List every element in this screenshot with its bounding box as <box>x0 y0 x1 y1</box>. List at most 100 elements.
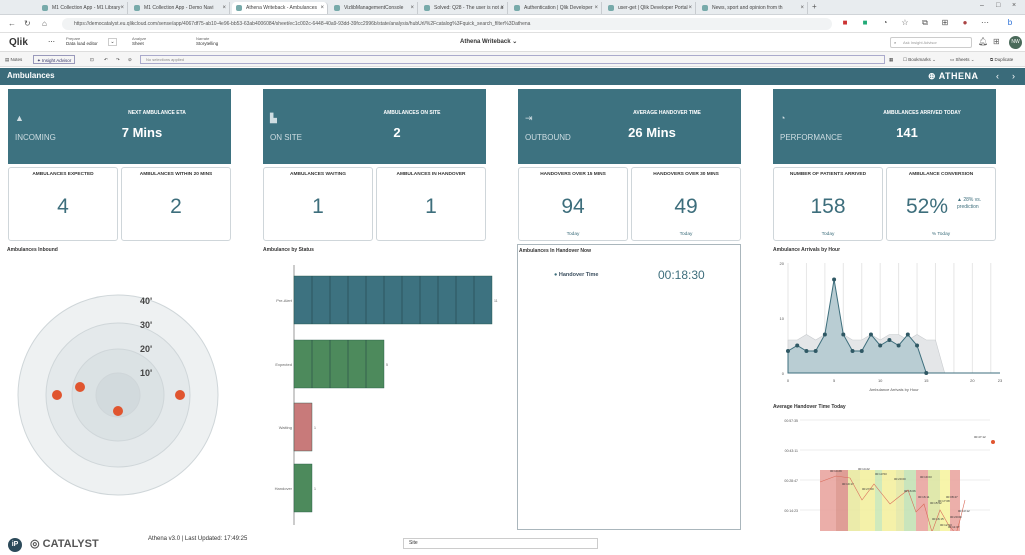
apps-grid-icon[interactable]: ⊞ <box>993 37 1000 46</box>
card-ambulances-expected[interactable]: AMBULANCES EXPECTED 4 <box>8 167 118 241</box>
x-axis-label: Ambulance Arrivals by Hour <box>869 387 919 392</box>
more-icon[interactable]: ⋯ <box>980 18 990 28</box>
next-sheet-icon[interactable]: › <box>1012 71 1015 81</box>
bookmarks-button[interactable]: ☐ Bookmarks ⌄ <box>903 55 936 64</box>
browser-tab[interactable]: Authentication | Qlik Developer × <box>510 2 602 14</box>
clear-selections-icon[interactable]: ⊘ <box>128 55 132 64</box>
close-window-icon[interactable]: × <box>1012 2 1016 9</box>
tab-close-icon[interactable]: × <box>120 2 124 14</box>
kpi-on-site[interactable]: ▙ AMBULANCES ON SITE 2 ON SITE <box>263 89 486 164</box>
qlik-logo[interactable]: Qlik <box>9 37 28 48</box>
insight-search-input[interactable]: ⌕ Ask Insight Advisor <box>890 37 972 48</box>
exit-icon: ⇥ <box>525 113 533 123</box>
data-label: 00:20:00 <box>950 515 962 519</box>
mode-analyze[interactable]: Analyze Sheet <box>132 36 146 49</box>
tab-favicon-icon <box>514 5 520 11</box>
inbound-radar-chart[interactable]: 40' 30' 20' 10' <box>0 255 250 531</box>
menu-icon[interactable]: ⋯ <box>48 38 55 46</box>
prev-sheet-icon[interactable]: ‹ <box>996 71 999 81</box>
selection-tool-icon[interactable]: ⊡ <box>90 55 94 64</box>
radar-ring-label: 10' <box>140 368 152 378</box>
minimize-icon[interactable]: – <box>980 2 984 9</box>
data-point <box>813 349 818 353</box>
search-icon: ⌕ <box>894 40 897 45</box>
maximize-icon[interactable]: □ <box>996 2 1000 9</box>
kpi-performance[interactable]: ◔ AMBULANCES ARRIVED TODAY 141 PERFORMAN… <box>773 89 996 164</box>
tab-close-icon[interactable]: × <box>800 2 804 14</box>
browser-tab[interactable]: M1 Collection App - M1 Library × <box>38 2 128 14</box>
data-label: 00:17:08 <box>938 499 950 503</box>
handover-row-label: ● Handover Time <box>554 272 599 278</box>
card-in-handover[interactable]: AMBULANCES IN HANDOVER 1 <box>376 167 486 241</box>
tab-close-icon[interactable]: × <box>500 2 504 14</box>
data-label: 00:14:22 <box>858 467 870 471</box>
bing-icon[interactable]: b <box>1005 18 1015 28</box>
browser-tab[interactable]: Solved: Q28 - The user is not a × <box>420 2 508 14</box>
data-label: 00:27:00 <box>862 487 874 491</box>
card-conversion[interactable]: AMBULANCE CONVERSION 52% ▲ 28% vs. predict… <box>886 167 996 241</box>
step-back-icon[interactable]: ↶ <box>104 55 108 64</box>
card-handovers-30[interactable]: HANDOVERS OVER 30 MINS 49 Today <box>631 167 741 241</box>
notifications-icon[interactable]: 🔔︎ <box>978 37 988 46</box>
card-patients-arrived[interactable]: NUMBER OF PATIENTS ARRIVED 158 Today <box>773 167 883 241</box>
url-input[interactable]: https://democatalyst.eu.qlikcloud.com/se… <box>62 18 832 30</box>
duplicate-button[interactable]: ⧉ Duplicate <box>990 55 1013 64</box>
conversion-note: ▲ 28% vs. prediction <box>957 197 982 210</box>
browser-tab[interactable]: M1 Collection App - Demo Navi × <box>130 2 230 14</box>
tab-close-icon[interactable]: × <box>594 2 598 14</box>
grid-icon[interactable]: ▦ <box>889 55 893 64</box>
sheets-button[interactable]: ▭ Sheets ⌄ <box>950 55 975 64</box>
home-icon[interactable]: ⌂ <box>42 18 47 30</box>
card-within-20-mins[interactable]: AMBULANCES WITHIN 20 MINS 2 <box>121 167 231 241</box>
extension-icon[interactable]: ■ <box>860 18 870 28</box>
kpi-value: 7 Mins <box>121 125 163 140</box>
extension-icon[interactable]: ■ <box>840 18 850 28</box>
browser-tab[interactable]: News, sport and opinion from th × <box>698 2 808 14</box>
panel-title-arrivals: Ambulance Arrivals by Hour <box>773 247 841 253</box>
profile-icon[interactable]: ● <box>960 18 970 28</box>
bar <box>293 275 493 325</box>
selections-bar[interactable]: No selections applied <box>140 55 885 64</box>
qlik-toolbar: ▤ Notes ✦ Insight Advisor ⊡ ↶ ↷ ⊘ No sel… <box>0 52 1025 67</box>
site-filter[interactable]: Site <box>403 538 598 549</box>
app-title[interactable]: Athena Writeback ⌄ <box>460 38 517 45</box>
kpi-incoming[interactable]: ▲ NEXT AMBULANCE ETA 7 Mins INCOMING <box>8 89 231 164</box>
x-tick: 0 <box>787 378 790 383</box>
status-bar-chart[interactable]: Pre-Alert 11 Expected 5 Waiting 1 Handover 1 <box>262 255 512 531</box>
new-tab-icon[interactable]: + <box>812 2 817 11</box>
arrivals-area-chart[interactable]: 20 10 00 5 10 15 20 23 Ambulance Arrivals by Hou… <box>770 255 1020 401</box>
browser-tab-active[interactable]: Athena Writeback - Ambulances × <box>232 2 328 14</box>
mode-prepare[interactable]: Prepare Data load editor <box>66 36 98 49</box>
kpi-outbound[interactable]: ⇥ AVERAGE HANDOVER TIME 26 Mins OUTBOUND <box>518 89 741 164</box>
bar <box>848 470 860 540</box>
favorites-icon[interactable]: ☆ <box>900 18 910 28</box>
tab-close-icon[interactable]: × <box>410 2 414 14</box>
ip-logo-icon: iP <box>8 538 22 552</box>
card-ambulances-waiting[interactable]: AMBULANCES WAITING 1 <box>263 167 373 241</box>
radar-ring-label: 20' <box>140 344 152 354</box>
back-icon[interactable]: ← <box>8 18 16 30</box>
tab-close-icon[interactable]: × <box>320 2 324 14</box>
avatar[interactable]: NW <box>1009 36 1022 49</box>
data-point <box>859 349 864 353</box>
mode-narrate[interactable]: Narrate Storytelling <box>196 36 218 49</box>
kpi-caption: AVERAGE HANDOVER TIME <box>633 110 701 116</box>
tab-favicon-icon <box>236 5 242 11</box>
data-point <box>868 332 873 337</box>
handover-time-value: 00:18:30 <box>658 268 705 282</box>
browser-tab[interactable]: user-get | Qlik Developer Portal × <box>604 2 696 14</box>
extensions-icon[interactable]: ⊞ <box>940 18 950 28</box>
card-handovers-15[interactable]: HANDOVERS OVER 15 MINS 94 Today <box>518 167 628 241</box>
notes-button[interactable]: ▤ Notes <box>5 55 22 64</box>
tab-close-icon[interactable]: × <box>222 2 226 14</box>
extension-icon[interactable]: ◔ <box>880 18 890 28</box>
collections-icon[interactable]: ⧉ <box>920 18 930 28</box>
reload-icon[interactable]: ↻ <box>24 18 31 30</box>
tab-close-icon[interactable]: × <box>688 2 692 14</box>
insight-advisor-button[interactable]: ✦ Insight Advisor <box>33 55 76 64</box>
kpi-value: 2 <box>393 125 401 140</box>
browser-tab[interactable]: VizlibManagementConsole × <box>330 2 418 14</box>
step-forward-icon[interactable]: ↷ <box>116 55 120 64</box>
kpi-value: 141 <box>896 125 918 140</box>
chevron-down-icon[interactable]: ⌄ <box>108 38 117 46</box>
